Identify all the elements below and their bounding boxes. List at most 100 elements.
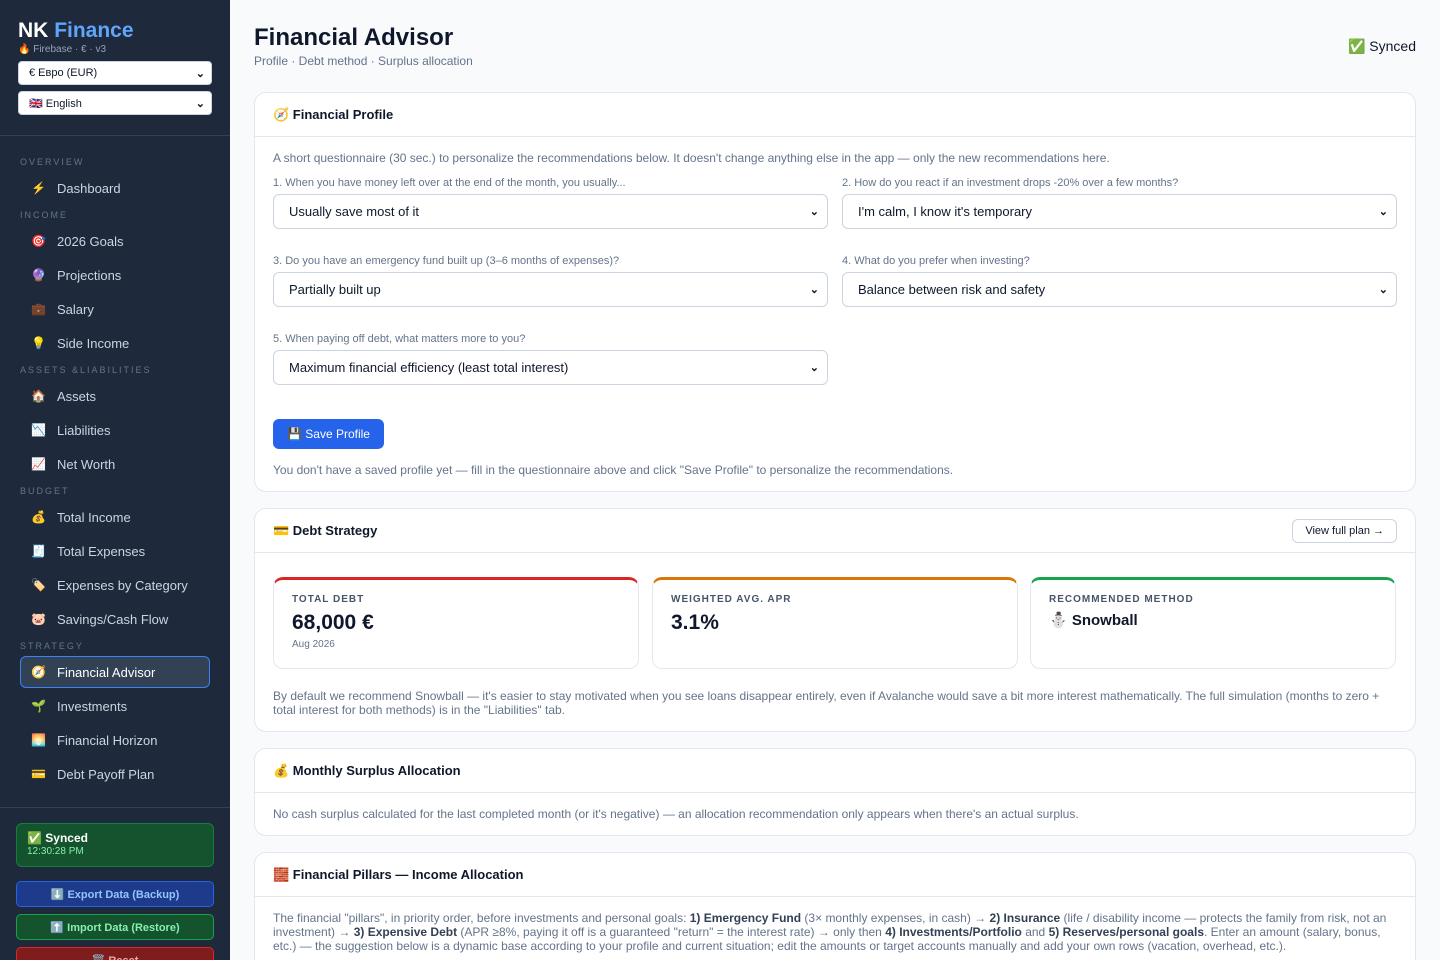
- question-label: 1. When you have money left over at the …: [273, 177, 626, 189]
- sidebar-item-dashboard[interactable]: ⚡ Dashboard: [20, 172, 210, 204]
- sidebar-item-net-worth[interactable]: 📈 Net Worth: [20, 448, 210, 480]
- sidebar-item-label: Dashboard: [57, 180, 121, 196]
- card-title: 💰 Monthly Surplus Allocation: [273, 762, 461, 778]
- chevron-down-icon: ⌄: [809, 362, 819, 374]
- seedling-icon: 🌱: [31, 699, 46, 713]
- currency-select[interactable]: € Евро (EUR) ⌄: [18, 61, 212, 85]
- surplus-allocation-card: 💰 Monthly Surplus Allocation No cash sur…: [254, 748, 1416, 836]
- language-value: 🇬🇧 English: [29, 97, 82, 110]
- chart-down-icon: 📉: [31, 423, 46, 437]
- sidebar-item-savings[interactable]: 🐷 Savings/Cash Flow: [20, 603, 210, 635]
- brand: NK Finance 🔥 Firebase · € · v3 € Евро (E…: [0, 0, 230, 115]
- main-content: Financial Advisor Profile · Debt method …: [230, 0, 1440, 960]
- sidebar-item-label: Financial Horizon: [57, 732, 158, 748]
- sidebar-item-side-income[interactable]: 💡 Side Income: [20, 327, 210, 359]
- sidebar-item-assets[interactable]: 🏠 Assets: [20, 380, 210, 412]
- pillars-text: The financial "pillars", in priority ord…: [273, 911, 690, 925]
- chart-up-icon: 📈: [31, 457, 46, 471]
- sidebar-item-financial-horizon[interactable]: 🌅 Financial Horizon: [20, 724, 210, 756]
- debt-strategy-card: 💳 Debt Strategy View full plan → TOTAL D…: [254, 508, 1416, 732]
- profile-intro: A short questionnaire (30 sec.) to perso…: [273, 151, 1110, 165]
- sidebar-item-label: Projections: [57, 267, 122, 283]
- money-bag-icon: 💰: [31, 510, 46, 524]
- sidebar-item-total-expenses[interactable]: 🧾 Total Expenses: [20, 535, 210, 567]
- sidebar-item-goals[interactable]: 🎯 2026 Goals: [20, 225, 210, 257]
- house-icon: 🏠: [31, 389, 46, 403]
- card-title: 💳 Debt Strategy: [273, 522, 378, 538]
- question-5-select[interactable]: Maximum financial efficiency (least tota…: [273, 350, 828, 385]
- sidebar-item-investments[interactable]: 🌱 Investments: [20, 690, 210, 722]
- question-4-select[interactable]: Balance between risk and safety ⌄: [842, 272, 1397, 307]
- section-strategy: STRATEGY: [20, 641, 84, 651]
- currency-value: € Евро (EUR): [29, 67, 98, 79]
- sunrise-icon: 🌅: [31, 733, 46, 747]
- pillar-emergency-fund: 1) Emergency Fund: [689, 911, 802, 925]
- import-data-button[interactable]: ⬆️ Import Data (Restore): [16, 914, 214, 940]
- sidebar-divider: [0, 807, 230, 808]
- stat-value: ⛄ Snowball: [1049, 612, 1138, 629]
- sidebar-item-total-income[interactable]: 💰 Total Income: [20, 501, 210, 533]
- question-3-select[interactable]: Partially built up ⌄: [273, 272, 828, 307]
- sidebar-item-expenses-by-category[interactable]: 🏷️ Expenses by Category: [20, 569, 210, 601]
- question-5: 5. When paying off debt, what matters mo…: [273, 333, 828, 385]
- sidebar-divider: [0, 135, 230, 136]
- section-overview: OVERVIEW: [20, 157, 85, 167]
- stat-detail: Aug 2026: [292, 639, 335, 650]
- target-icon: 🎯: [31, 234, 46, 248]
- page-title: Financial Advisor: [254, 24, 454, 51]
- select-value: I'm calm, I know it's temporary: [858, 204, 1033, 219]
- sidebar-item-label: Investments: [57, 698, 128, 714]
- question-3: 3. Do you have an emergency fund built u…: [273, 255, 828, 307]
- sidebar-item-projections[interactable]: 🔮 Projections: [20, 259, 210, 291]
- select-value: Partially built up: [289, 282, 381, 297]
- pillar-insurance: 2) Insurance: [989, 911, 1061, 925]
- sidebar-item-label: 2026 Goals: [57, 233, 124, 249]
- pillar-reserves: 5) Reserves/personal goals: [1048, 925, 1204, 939]
- pillar-expensive-debt: 3) Expensive Debt: [353, 925, 458, 939]
- card-header: 🧱 Financial Pillars — Income Allocation: [255, 853, 1415, 897]
- sidebar-item-label: Expenses by Category: [57, 577, 188, 593]
- sidebar-item-label: Total Income: [57, 509, 131, 525]
- stat-label: TOTAL DEBT: [292, 594, 365, 605]
- question-label: 4. What do you prefer when investing?: [842, 255, 1030, 267]
- sync-status-box: ✅ Synced 12:30:28 PM: [16, 823, 214, 867]
- chevron-down-icon: ⌄: [809, 206, 819, 218]
- card-header: 🧭 Financial Profile: [255, 93, 1415, 137]
- question-4: 4. What do you prefer when investing? Ba…: [842, 255, 1397, 307]
- question-1-select[interactable]: Usually save most of it ⌄: [273, 194, 828, 229]
- question-label: 3. Do you have an emergency fund built u…: [273, 255, 620, 267]
- sidebar-item-label: Debt Payoff Plan: [57, 766, 155, 782]
- card-title: 🧱 Financial Pillars — Income Allocation: [273, 866, 524, 882]
- export-data-button[interactable]: ⬇️ Export Data (Backup): [16, 881, 214, 907]
- sidebar-item-label: Financial Advisor: [57, 664, 156, 680]
- card-header: 💰 Monthly Surplus Allocation: [255, 749, 1415, 793]
- language-select[interactable]: 🇬🇧 English ⌄: [18, 91, 212, 115]
- chevron-down-icon: ⌄: [195, 67, 205, 80]
- view-full-plan-button[interactable]: View full plan →: [1292, 518, 1397, 543]
- sidebar-item-label: Assets: [57, 388, 97, 404]
- crystal-ball-icon: 🔮: [31, 268, 46, 282]
- receipt-icon: 🧾: [31, 544, 46, 558]
- select-value: Usually save most of it: [289, 204, 420, 219]
- briefcase-icon: 💼: [31, 302, 46, 316]
- save-profile-button[interactable]: 💾 Save Profile: [273, 419, 384, 449]
- reset-button[interactable]: 🗑️ Reset: [16, 947, 214, 960]
- sync-status-time: 12:30:28 PM: [27, 846, 84, 857]
- sidebar-item-financial-advisor[interactable]: 🧭 Financial Advisor: [20, 656, 210, 688]
- brand-prefix: NK: [18, 19, 49, 42]
- question-2-select[interactable]: I'm calm, I know it's temporary ⌄: [842, 194, 1397, 229]
- select-value: Balance between risk and safety: [858, 282, 1046, 297]
- sidebar-item-liabilities[interactable]: 📉 Liabilities: [20, 414, 210, 446]
- sidebar-item-salary[interactable]: 💼 Salary: [20, 293, 210, 325]
- section-budget: BUDGET: [20, 486, 70, 496]
- brand-accent: Finance: [54, 19, 134, 42]
- recommended-method-stat: RECOMMENDED METHOD ⛄ Snowball: [1030, 577, 1396, 669]
- sidebar-item-debt-payoff[interactable]: 💳 Debt Payoff Plan: [20, 758, 210, 790]
- brand-title: NK Finance: [18, 20, 212, 42]
- stat-label: WEIGHTED AVG. APR: [671, 594, 792, 605]
- stat-value: 3.1%: [671, 611, 719, 634]
- card-title: 🧭 Financial Profile: [273, 106, 394, 122]
- lightning-icon: ⚡: [31, 181, 46, 195]
- sidebar-item-label: Net Worth: [57, 456, 116, 472]
- sidebar-item-label: Liabilities: [57, 422, 111, 438]
